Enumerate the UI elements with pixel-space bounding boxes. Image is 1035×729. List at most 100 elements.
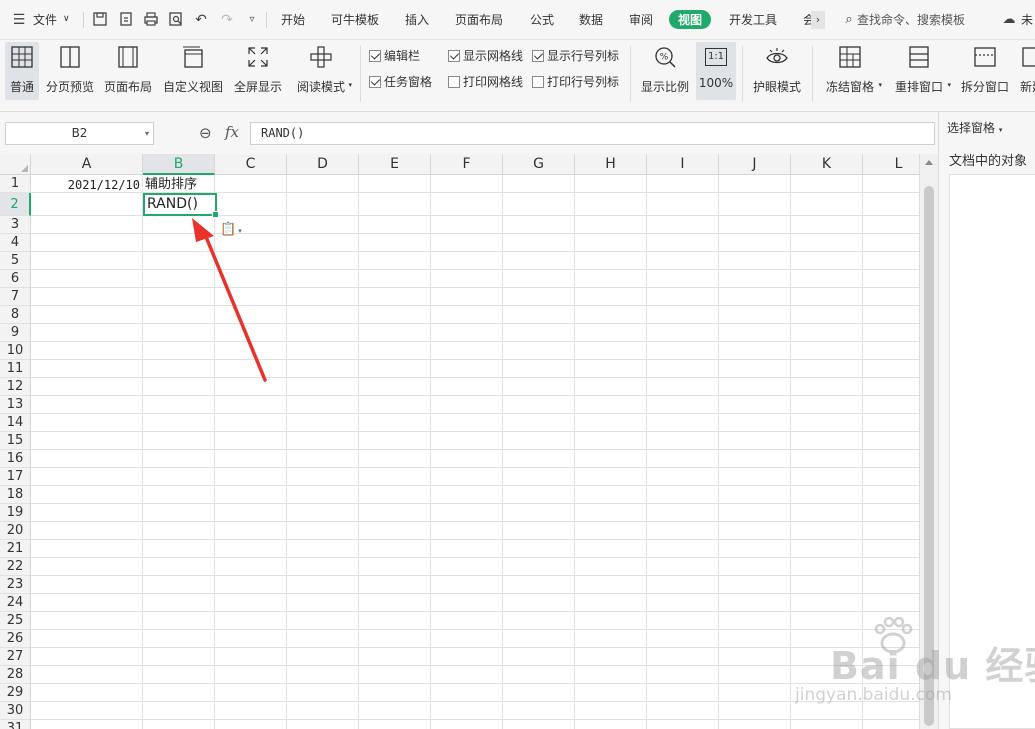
row-header-4[interactable]: 4 (0, 234, 31, 252)
column-header-c[interactable]: C (215, 154, 287, 175)
print-headings-checkbox[interactable]: 打印行号列标 (532, 73, 619, 90)
column-header-k[interactable]: K (791, 154, 863, 175)
row-header-29[interactable]: 29 (0, 684, 31, 702)
row-header-6[interactable]: 6 (0, 270, 31, 288)
page-layout-button[interactable]: 页面布局 (103, 42, 153, 100)
row-header-23[interactable]: 23 (0, 576, 31, 594)
row-header-12[interactable]: 12 (0, 378, 31, 396)
cell-b1[interactable]: 辅助排序 (145, 175, 197, 193)
row-header-20[interactable]: 20 (0, 522, 31, 540)
row-header-9[interactable]: 9 (0, 324, 31, 342)
row-header-30[interactable]: 30 (0, 702, 31, 720)
select-all-corner[interactable] (0, 154, 31, 175)
tab-review[interactable]: 审阅 (629, 11, 653, 28)
row-header-7[interactable]: 7 (0, 288, 31, 306)
row-header-13[interactable]: 13 (0, 396, 31, 414)
row-header-18[interactable]: 18 (0, 486, 31, 504)
paste-options-icon[interactable]: 📋 ▾ (220, 222, 242, 237)
row-header-16[interactable]: 16 (0, 450, 31, 468)
formula-bar-checkbox[interactable]: 编辑栏 (369, 47, 420, 64)
rearrange-windows-button[interactable]: 重排窗口 ▾ (889, 42, 951, 100)
column-header-b[interactable]: B (143, 154, 215, 175)
print-preview-icon[interactable] (167, 11, 185, 29)
column-header-i[interactable]: I (647, 154, 719, 175)
column-header-g[interactable]: G (503, 154, 575, 175)
tab-page-layout[interactable]: 页面布局 (455, 11, 503, 28)
task-pane-checkbox[interactable]: 任务窗格 (369, 73, 432, 90)
column-header-h[interactable]: H (575, 154, 647, 175)
freeze-panes-button[interactable]: 冻结窗格 ▾ (820, 42, 882, 100)
cloud-icon[interactable]: ☁ (1000, 11, 1018, 29)
scrollbar-thumb[interactable] (924, 186, 934, 726)
column-header-j[interactable]: J (719, 154, 791, 175)
row-header-26[interactable]: 26 (0, 630, 31, 648)
zoom-button[interactable]: % 显示比例 (638, 42, 692, 100)
row-header-14[interactable]: 14 (0, 414, 31, 432)
row-header-22[interactable]: 22 (0, 558, 31, 576)
normal-view-button[interactable]: 普通 (5, 42, 39, 100)
tab-scroll-right-icon[interactable]: › (811, 11, 825, 29)
tab-insert[interactable]: 插入 (405, 11, 429, 28)
vertical-scrollbar[interactable] (919, 154, 938, 729)
row-header-1[interactable]: 1 (0, 175, 31, 193)
command-search-input[interactable]: 查找命令、搜索模板 (857, 11, 965, 28)
active-cell-b2[interactable]: RAND() (143, 193, 219, 218)
save-icon[interactable] (91, 11, 109, 29)
tab-data[interactable]: 数据 (579, 11, 603, 28)
row-header-24[interactable]: 24 (0, 594, 31, 612)
custom-view-button[interactable]: 自定义视图 (162, 42, 224, 100)
zoom-formula-icon[interactable]: ⊖ (199, 124, 212, 142)
row-header-27[interactable]: 27 (0, 648, 31, 666)
print-icon[interactable] (142, 11, 160, 29)
objects-list[interactable] (949, 174, 1035, 729)
redo-icon[interactable]: ↷ (218, 11, 236, 29)
column-header-f[interactable]: F (431, 154, 503, 175)
row-header-8[interactable]: 8 (0, 306, 31, 324)
page-break-preview-button[interactable]: 分页预览 (45, 42, 95, 100)
reading-mode-button[interactable]: 阅读模式 ▾ (292, 42, 352, 100)
fullscreen-button[interactable]: 全屏显示 (232, 42, 284, 100)
tab-home[interactable]: 开始 (281, 11, 305, 28)
row-header-17[interactable]: 17 (0, 468, 31, 486)
tab-formulas[interactable]: 公式 (530, 11, 554, 28)
cell-a1[interactable]: 2021/12/10 (31, 175, 143, 193)
column-header-d[interactable]: D (287, 154, 359, 175)
row-header-25[interactable]: 25 (0, 612, 31, 630)
column-header-l[interactable]: L (863, 154, 919, 175)
task-pane-title[interactable]: 选择窗格 ▾ (947, 119, 1002, 136)
new-window-button[interactable]: 新建 (1017, 42, 1035, 100)
eye-protection-button[interactable]: 护眼模式 (750, 42, 804, 100)
column-header-e[interactable]: E (359, 154, 431, 175)
print-gridlines-checkbox[interactable]: 打印网格线 (448, 73, 523, 90)
tab-view[interactable]: 视图 (669, 10, 712, 29)
chevron-down-icon[interactable]: ▾ (145, 123, 149, 144)
tab-developer[interactable]: 开发工具 (729, 11, 777, 28)
row-header-11[interactable]: 11 (0, 360, 31, 378)
cloud-status-label[interactable]: 未 (1021, 11, 1033, 28)
quick-access-dropdown-icon[interactable]: ▿ (243, 11, 261, 29)
zoom-100-button[interactable]: 1:1 100% (696, 42, 736, 100)
row-header-3[interactable]: 3 (0, 216, 31, 234)
tab-templates[interactable]: 可牛模板 (331, 11, 379, 28)
row-header-28[interactable]: 28 (0, 666, 31, 684)
row-header-2[interactable]: 2 (0, 193, 31, 216)
column-header-a[interactable]: A (31, 154, 143, 175)
row-header-31[interactable]: 31 (0, 720, 31, 729)
undo-icon[interactable]: ↶ (192, 11, 210, 29)
spreadsheet-grid[interactable]: ABCDEFGHIJKL 1 2 3 4 5 6 7 8 9 10 11 12 13 14 15 16 17 18… (0, 154, 919, 729)
cell-area[interactable] (31, 175, 919, 729)
export-pdf-icon[interactable] (117, 11, 135, 29)
row-header-19[interactable]: 19 (0, 504, 31, 522)
row-header-10[interactable]: 10 (0, 342, 31, 360)
row-header-5[interactable]: 5 (0, 252, 31, 270)
row-header-21[interactable]: 21 (0, 540, 31, 558)
split-window-button[interactable]: 拆分窗口 (958, 42, 1012, 100)
hamburger-menu-icon[interactable]: ☰ (10, 11, 28, 29)
scroll-up-icon[interactable] (925, 160, 933, 165)
show-headings-checkbox[interactable]: 显示行号列标 (532, 47, 619, 64)
formula-input[interactable]: RAND() (250, 122, 935, 145)
insert-function-icon[interactable]: fx (225, 123, 239, 141)
name-box[interactable]: B2 ▾ (5, 122, 154, 145)
row-header-15[interactable]: 15 (0, 432, 31, 450)
show-gridlines-checkbox[interactable]: 显示网格线 (448, 47, 523, 64)
